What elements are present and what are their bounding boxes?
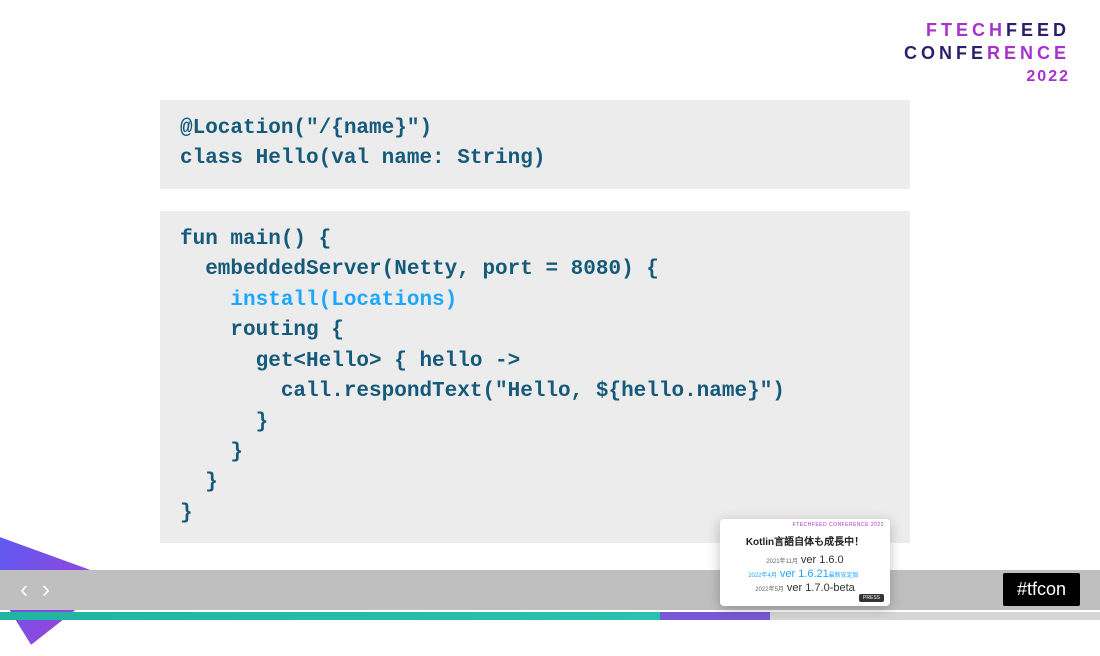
preview-brand: FTECHFEED CONFERENCE 2022	[793, 523, 884, 529]
next-slide-preview[interactable]: FTECHFEED CONFERENCE 2022 Kotlin言語自体も成長中…	[720, 519, 890, 606]
progress-buffer	[660, 612, 770, 620]
conference-branding: FTECHFEED CONFERENCE 2022	[904, 20, 1070, 86]
slide-nav: ‹ ›	[20, 576, 50, 604]
preview-row-1: 2021年11月ver 1.6.0	[730, 554, 880, 566]
player-bottom-bar: ‹ ›	[0, 570, 1100, 610]
brand-line-1: FTECHFEED	[904, 20, 1070, 41]
hashtag-badge: #tfcon	[1003, 573, 1080, 606]
progress-fill	[0, 612, 660, 620]
prev-slide-button[interactable]: ‹	[20, 576, 28, 604]
preview-title: Kotlin言語自体も成長中！	[730, 533, 880, 548]
preview-row-2: 2022年4月ver 1.6.21最新安定版	[730, 568, 880, 580]
progress-track[interactable]	[0, 612, 1100, 620]
code-block-1: @Location("/{name}") class Hello(val nam…	[160, 100, 910, 189]
preview-row-3: 2022年5月ver 1.7.0-beta	[730, 582, 880, 594]
brand-line-2: CONFERENCE	[904, 43, 1070, 64]
next-slide-button[interactable]: ›	[42, 576, 50, 604]
code-block-2: fun main() { embeddedServer(Netty, port …	[160, 211, 910, 543]
preview-badge: PRESS	[859, 594, 884, 602]
slide-content: @Location("/{name}") class Hello(val nam…	[160, 100, 910, 565]
brand-year: 2022	[904, 68, 1070, 86]
